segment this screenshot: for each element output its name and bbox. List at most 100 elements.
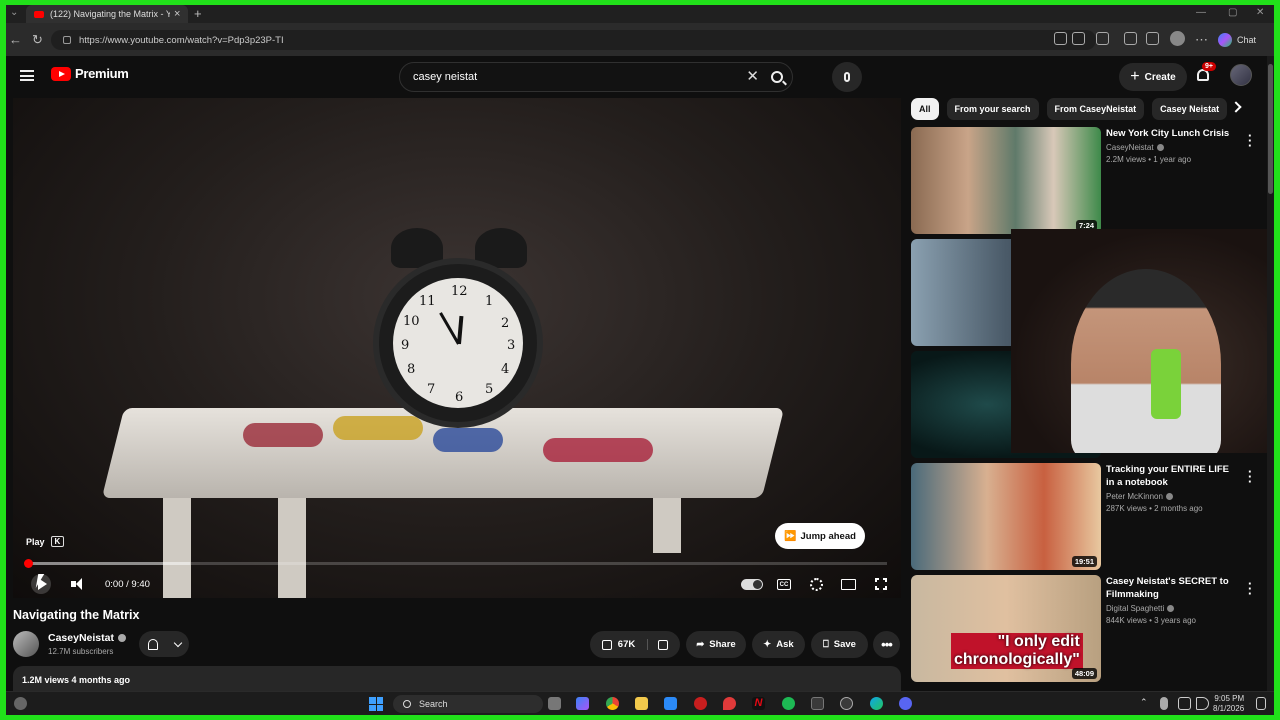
app-available-icon[interactable]	[1054, 32, 1067, 45]
views-and-date: 1.2M views 4 months ago	[22, 675, 131, 685]
system-clock[interactable]: 9:05 PM 8/1/2026	[1213, 694, 1244, 714]
theater-mode-icon[interactable]	[841, 579, 856, 590]
task-view-icon[interactable]	[548, 697, 561, 710]
stool-leg	[278, 493, 306, 598]
dislike-button[interactable]	[648, 639, 669, 650]
browser-menu-icon[interactable]: ⋯	[1195, 32, 1208, 48]
recommendation-thumbnail[interactable]: "I only edit chronologically" 48:09	[911, 575, 1101, 682]
browser-toolbar: ← ↻ https://www.youtube.com/watch?v=Pdp3…	[6, 23, 1274, 56]
clock-number: 5	[485, 382, 494, 397]
duration-badge: 48:09	[1071, 668, 1097, 679]
notification-center-icon[interactable]	[1256, 697, 1266, 710]
chip-casey-neistat[interactable]: Casey Neistat	[1152, 98, 1228, 120]
favorites-icon[interactable]	[1146, 32, 1159, 45]
chip-all[interactable]: All	[911, 98, 939, 120]
site-info-icon[interactable]	[63, 36, 71, 44]
stool-decoration	[333, 416, 423, 440]
recommendation-thumbnail[interactable]: 7:24	[911, 127, 1101, 234]
browser-essentials-icon[interactable]	[1124, 32, 1137, 45]
progress-bar[interactable]	[27, 562, 887, 565]
recommendation-channel-row: Peter McKinnon	[1106, 492, 1236, 501]
discord-icon[interactable]	[899, 697, 912, 710]
refresh-icon[interactable]: ↻	[32, 32, 43, 48]
scrollbar-thumb[interactable]	[1268, 64, 1273, 194]
recommendation-thumbnail[interactable]: 19:51	[911, 463, 1101, 570]
chip-from-your-search[interactable]: From your search	[946, 98, 1039, 120]
browser-profile-icon[interactable]	[1170, 31, 1185, 46]
more-vertical-icon[interactable]: · · ·	[1248, 465, 1252, 488]
channel-name-link[interactable]: CaseyNeistat	[48, 632, 126, 644]
edge-icon[interactable]	[870, 697, 883, 710]
like-button[interactable]: 67K	[601, 639, 649, 650]
save-button[interactable]: ⎕ Save	[811, 631, 868, 658]
search-button[interactable]	[762, 63, 792, 91]
video-player[interactable]: 12 1 2 3 4 5 6 7 8 9 10 11 Play K ⏩ Jump…	[13, 98, 901, 598]
microphone-icon	[844, 72, 850, 82]
copilot-icon[interactable]	[576, 697, 589, 710]
subscribed-notifications-button[interactable]	[139, 631, 189, 657]
address-bar[interactable]: https://www.youtube.com/watch?v=Pdp3p23P…	[51, 30, 1096, 50]
window-close-icon[interactable]: ✕	[1256, 7, 1264, 18]
app-icon[interactable]	[811, 697, 824, 710]
autoplay-toggle[interactable]	[741, 579, 763, 590]
subscriber-count: 12.7M subscribers	[48, 647, 114, 656]
more-vertical-icon[interactable]: · · ·	[1248, 577, 1252, 600]
channel-avatar[interactable]	[13, 631, 39, 657]
weather-icon[interactable]	[14, 697, 27, 710]
ask-button[interactable]: ✦ Ask	[752, 631, 805, 658]
create-button[interactable]: + Create	[1119, 63, 1187, 91]
speaker-icon[interactable]	[1196, 697, 1209, 710]
voice-search-button[interactable]	[832, 62, 862, 92]
favorite-star-icon[interactable]	[1072, 32, 1085, 45]
minimize-icon[interactable]: —	[1196, 7, 1206, 18]
copilot-chat-button[interactable]: Chat	[1218, 33, 1256, 47]
buffered-bar	[27, 562, 191, 565]
recommendation-meta[interactable]: Tracking your ENTIRE LIFE in a notebook …	[1106, 463, 1236, 513]
stool-leg	[653, 493, 681, 553]
chrome-icon[interactable]	[606, 697, 619, 710]
new-tab-icon[interactable]: +	[194, 6, 202, 21]
taskbar-search[interactable]: Search	[393, 695, 543, 713]
clock-number: 2	[501, 316, 510, 331]
tab-close-icon[interactable]: ×	[174, 8, 180, 20]
fullscreen-icon[interactable]	[874, 577, 890, 593]
jump-ahead-button[interactable]: ⏩ Jump ahead	[775, 523, 865, 549]
microphone-icon[interactable]	[1160, 697, 1168, 710]
back-icon[interactable]: ←	[9, 32, 22, 47]
recommendation-meta[interactable]: New York City Lunch Crisis CaseyNeistat …	[1106, 127, 1236, 164]
store-icon[interactable]	[664, 697, 677, 710]
subtitles-icon[interactable]: CC	[777, 579, 791, 590]
page-scrollbar[interactable]	[1267, 56, 1274, 696]
maximize-icon[interactable]: ▢	[1228, 7, 1237, 18]
scrubber-handle[interactable]	[24, 559, 33, 568]
file-explorer-icon[interactable]	[635, 697, 648, 710]
youtube-premium-logo[interactable]: Premium	[51, 66, 129, 81]
avatar[interactable]	[1230, 64, 1252, 86]
chip-from-caseyneistat[interactable]: From CaseyNeistat	[1046, 98, 1145, 120]
menu-icon[interactable]	[20, 70, 34, 81]
search-input[interactable]	[413, 71, 743, 83]
spotify-icon[interactable]	[782, 697, 795, 710]
extensions-icon[interactable]	[1096, 32, 1109, 45]
url-text: https://www.youtube.com/watch?v=Pdp3p23P…	[79, 34, 284, 46]
app-icon[interactable]	[694, 697, 707, 710]
more-vertical-icon[interactable]: · · ·	[1248, 129, 1252, 152]
start-button-icon[interactable]	[369, 697, 383, 711]
duration-badge: 19:51	[1071, 556, 1097, 567]
thumbs-up-icon	[601, 639, 612, 650]
settings-gear-icon[interactable]	[810, 578, 823, 591]
volume-icon[interactable]	[67, 574, 85, 594]
clear-search-icon[interactable]: ✕	[746, 67, 759, 85]
netflix-icon[interactable]: N	[752, 697, 765, 710]
more-actions-button[interactable]: •••	[873, 631, 900, 658]
clock-number: 3	[507, 338, 516, 353]
network-icon[interactable]	[1178, 697, 1191, 710]
recommendation-meta[interactable]: Casey Neistat's SECRET to Filmmaking Dig…	[1106, 575, 1236, 625]
maps-icon[interactable]	[723, 697, 736, 710]
share-button[interactable]: ➦ Share	[686, 631, 746, 658]
tab-list-icon[interactable]: ⌄	[10, 7, 18, 18]
browser-tab[interactable]: (122) Navigating the Matrix - YouT ×	[26, 5, 188, 23]
clock-number: 9	[401, 338, 410, 353]
app-icon[interactable]	[840, 697, 853, 710]
tray-overflow-icon[interactable]: ⌃	[1140, 697, 1148, 708]
